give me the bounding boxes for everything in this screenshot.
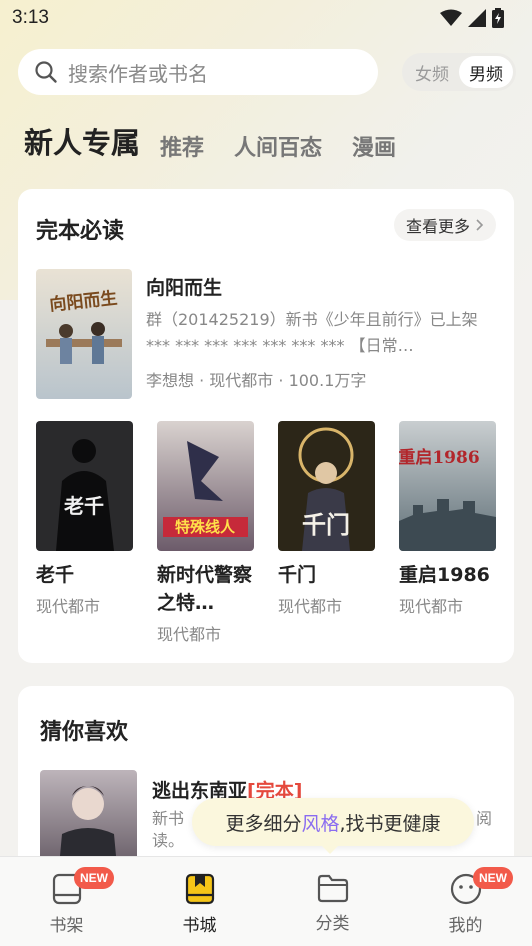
bookstore-icon <box>185 873 214 905</box>
nav-label: 书城 <box>182 916 217 936</box>
cover-title-text: 重启1986 <box>399 447 480 468</box>
nav-category[interactable]: 分类 <box>266 857 399 946</box>
search-placeholder: 搜索作者或书名 <box>68 61 208 86</box>
view-more-label: 查看更多 <box>405 217 470 236</box>
new-badge: NEW <box>74 867 114 889</box>
folder-icon <box>317 874 348 903</box>
status-bar: 3:13 <box>0 0 532 36</box>
view-more-button[interactable]: 查看更多 <box>393 209 496 241</box>
cover-title-text: 千门 <box>302 510 350 539</box>
category-tabs: 新人专属 推荐 人间百态 漫画 <box>24 120 426 162</box>
chevron-right-icon <box>476 219 484 231</box>
nav-label: 分类 <box>315 914 350 934</box>
book-category: 现代都市 <box>399 597 464 616</box>
book-category: 现代都市 <box>157 625 222 644</box>
book-cover[interactable]: 向阳而生 <box>36 269 132 399</box>
book-title: 老千 <box>36 564 75 586</box>
new-badge: NEW <box>473 867 513 889</box>
tooltip-highlight: 风格 <box>301 812 340 835</box>
book-title: 重启1986 <box>399 564 490 586</box>
featured-book[interactable]: 向阳而生 向阳而生 群（201425219）新书《少年且前行》已上架 *** *… <box>36 269 496 399</box>
book-item[interactable]: 重启1986 重启1986 现代都市 <box>399 421 496 645</box>
book-title: 新时代警察之特… <box>157 564 253 614</box>
battery-icon <box>492 8 504 28</box>
search-input[interactable]: 搜索作者或书名 <box>18 49 378 95</box>
book-cover[interactable]: 老千 <box>36 421 133 551</box>
status-time: 3:13 <box>12 7 49 28</box>
book-cover[interactable]: 千门 <box>278 421 375 551</box>
cover-title-text: 老千 <box>64 494 104 518</box>
status-icons <box>440 8 504 28</box>
nav-bookstore[interactable]: 书城 <box>133 857 266 946</box>
book-category: 现代都市 <box>278 597 343 616</box>
style-tip-tooltip[interactable]: 更多细分 风格 ,找书更健康 <box>192 798 474 854</box>
author: 李想想 <box>146 371 195 390</box>
featured-book-title: 向阳而生 <box>146 277 223 299</box>
tab-new-user[interactable]: 新人专属 <box>24 120 140 162</box>
book-cover[interactable]: 重启1986 <box>399 421 496 551</box>
book-item[interactable]: 老千 老千 现代都市 <box>36 421 133 645</box>
gender-male-option[interactable]: 男频 <box>459 56 513 88</box>
search-icon <box>35 61 57 83</box>
tooltip-text-pre: 更多细分 <box>225 812 302 835</box>
book-item[interactable]: 千门 千门 现代都市 <box>278 421 375 645</box>
category: 现代都市 <box>209 371 274 390</box>
complete-section-card: 完本必读 查看更多 向阳而生 向阳而生 群（201425219）新书《少年且前行… <box>18 189 514 663</box>
book-cover[interactable]: 特殊线人 <box>157 421 254 551</box>
nav-label: 书架 <box>49 916 84 936</box>
nav-bookshelf[interactable]: NEW 书架 <box>0 857 133 946</box>
section-title: 猜你喜欢 <box>40 720 129 745</box>
gender-toggle: 女频 男频 <box>402 53 516 91</box>
signal-icon <box>468 9 486 27</box>
wifi-icon <box>440 9 462 26</box>
tab-comics[interactable]: 漫画 <box>352 130 396 162</box>
book-grid: 老千 老千 现代都市 特殊线人 新时代警察之特… 现代都市 千门 千门 现代都市… <box>36 421 496 645</box>
tooltip-text-post: ,找书更健康 <box>339 812 441 835</box>
featured-book-meta: 李想想 · 现代都市 · 100.1万字 <box>146 371 367 390</box>
book-item[interactable]: 特殊线人 新时代警察之特… 现代都市 <box>157 421 254 645</box>
search-row: 搜索作者或书名 女频 男频 <box>18 49 516 95</box>
section-title: 完本必读 <box>36 219 125 244</box>
word-count: 100.1万字 <box>288 371 367 390</box>
cover-title-text: 特殊线人 <box>175 518 236 536</box>
nav-label: 我的 <box>448 916 483 936</box>
bottom-navigation: NEW 书架 书城 分类 NEW 我的 <box>0 856 532 946</box>
tab-life[interactable]: 人间百态 <box>234 130 322 162</box>
desc-tail: 阅 <box>475 809 492 828</box>
desc-line-1: 新书 <box>152 809 185 828</box>
book-category: 现代都市 <box>36 597 101 616</box>
tab-recommend[interactable]: 推荐 <box>160 130 204 162</box>
nav-profile[interactable]: NEW 我的 <box>399 857 532 946</box>
book-title: 千门 <box>278 564 317 586</box>
gender-female-option[interactable]: 女频 <box>405 56 459 88</box>
featured-book-description: 群（201425219）新书《少年且前行》已上架 *** *** *** ***… <box>146 310 478 355</box>
